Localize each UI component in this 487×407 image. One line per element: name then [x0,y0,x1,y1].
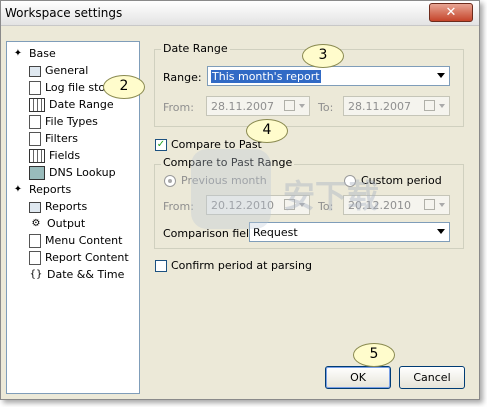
to-label: To: [318,101,334,114]
filter-icon [29,132,41,146]
calendar-icon [424,100,435,111]
files-icon [29,115,41,129]
range-select[interactable]: This month's report [207,66,450,86]
tree-item-date-time[interactable]: {} Date && Time [29,267,125,283]
date-range-group-title: Date Range [161,42,230,55]
compare-from-label: From: [163,200,194,213]
page-icon [29,251,41,265]
callout-5: 5 [353,343,395,367]
diamond-icon: ✦ [13,184,23,195]
tree-item-file-types[interactable]: File Types [29,114,98,130]
range-label: Range: [163,71,202,84]
chevron-down-icon [439,104,445,108]
callout-2: 2 [103,75,145,99]
tree-item-output[interactable]: ⚙ Output [29,216,86,232]
confirm-period-checkbox[interactable] [155,260,167,272]
from-label: From: [163,101,194,114]
close-icon: ✕ [445,5,457,20]
tree-item-report-content[interactable]: Report Content [29,250,129,266]
tree-item-general[interactable]: General [29,63,88,79]
comparison-field-select[interactable]: Request [249,222,450,242]
log-icon [29,81,41,95]
table-icon [29,149,45,163]
tree-item-filters[interactable]: Filters [29,131,78,147]
tree-item-menu-content[interactable]: Menu Content [29,233,122,249]
title-bar: Workspace settings ✕ [1,1,479,26]
chevron-down-icon [299,104,305,108]
tree-item-reports-group[interactable]: ✦ Reports [11,182,71,198]
tree-item-fields[interactable]: Fields [29,148,80,164]
tree-item-date-range[interactable]: Date Range [29,97,114,113]
calendar-icon [284,100,295,111]
calendar-icon [424,199,435,210]
previous-month-radio[interactable] [164,175,176,187]
settings-icon [29,65,41,77]
ok-button[interactable]: OK [325,366,391,389]
confirm-period-label: Confirm period at parsing [171,259,312,272]
watermark-text: 安下载 [283,177,380,215]
callout-4: 4 [246,119,288,143]
braces-icon: {} [29,269,43,280]
tree-item-dns-lookup[interactable]: DNS Lookup [29,165,116,181]
report-icon [29,201,41,213]
monitor-icon [29,166,45,180]
from-date-picker[interactable]: 28.11.2007 [206,96,310,116]
tree-item-base[interactable]: ✦ Base [11,46,56,62]
workspace-settings-window: Workspace settings ✕ ✦ Base General Log f… [0,0,480,400]
chevron-down-icon [439,203,445,207]
window-title: Workspace settings [5,6,123,20]
page-icon [29,234,41,248]
grid-icon [29,98,45,112]
to-date-picker[interactable]: 28.11.2007 [343,96,450,116]
compare-to-past-checkbox[interactable]: ✓ [155,139,167,151]
watermark-logo [191,149,271,229]
close-button[interactable]: ✕ [429,3,473,22]
range-value: This month's report [211,70,321,83]
output-icon: ⚙ [31,218,41,229]
chevron-down-icon [437,229,445,234]
cancel-button[interactable]: Cancel [399,366,465,389]
chevron-down-icon [437,73,445,78]
diamond-icon: ✦ [13,48,23,59]
tree-item-reports[interactable]: Reports [29,199,87,215]
callout-3: 3 [302,44,344,68]
